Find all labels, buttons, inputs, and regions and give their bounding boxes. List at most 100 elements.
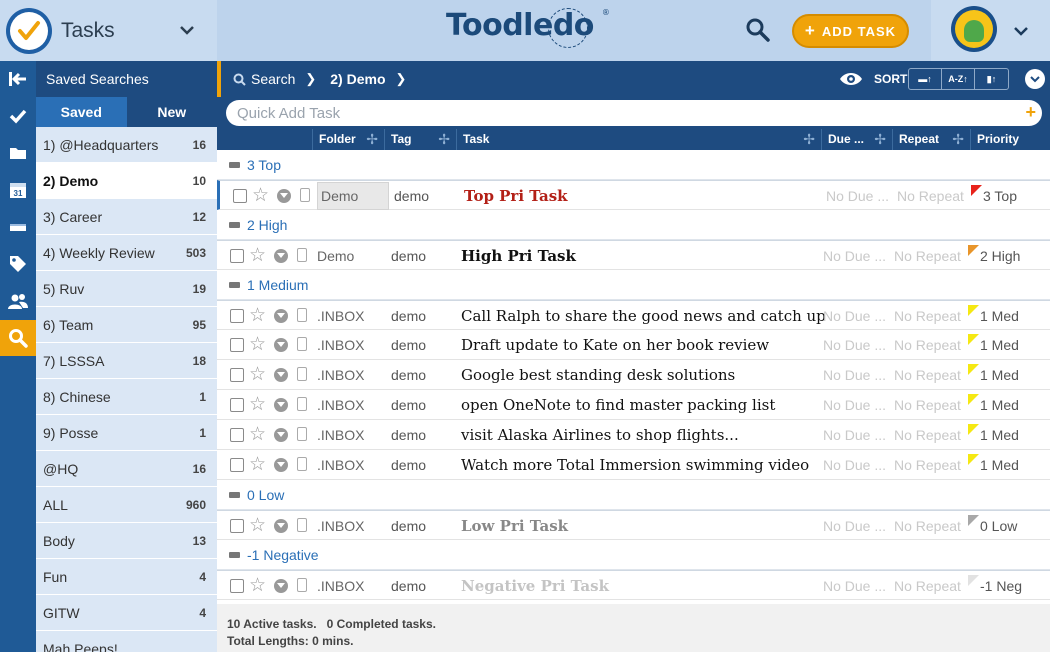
complete-checkbox[interactable] — [230, 249, 244, 263]
column-due[interactable]: Due ... ✢ — [821, 129, 892, 150]
task-tag[interactable]: demo — [391, 390, 426, 420]
task-title[interactable]: visit Alaska Airlines to shop flights... — [461, 420, 739, 450]
task-row[interactable]: ☆ .INBOX demo Watch more Total Immersion sw… — [217, 450, 1050, 480]
priority-group-header[interactable]: 3 Top — [217, 150, 1050, 180]
task-folder[interactable]: .INBOX — [314, 360, 386, 390]
task-tag[interactable]: demo — [391, 511, 426, 541]
task-priority[interactable]: 2 High — [968, 241, 1050, 271]
complete-checkbox[interactable] — [233, 189, 247, 203]
saved-search-item[interactable]: 6) Team 95 — [36, 307, 217, 343]
task-tag[interactable]: demo — [391, 420, 426, 450]
note-icon[interactable] — [300, 188, 310, 202]
subtask-toggle-icon[interactable] — [274, 309, 288, 323]
note-icon[interactable] — [297, 308, 307, 322]
task-folder[interactable]: .INBOX — [314, 420, 386, 450]
star-icon[interactable]: ☆ — [249, 333, 266, 356]
task-row[interactable]: ☆ Demo demo Top Pri Task No Due ... No Repeat… — [217, 180, 1050, 210]
tab-saved[interactable]: Saved — [36, 97, 127, 127]
complete-checkbox[interactable] — [230, 579, 244, 593]
saved-search-item[interactable]: 3) Career 12 — [36, 199, 217, 235]
move-icon[interactable]: ✢ — [874, 129, 886, 150]
move-icon[interactable]: ✢ — [438, 129, 450, 150]
task-row[interactable]: ☆ .INBOX demo Low Pri Task No Due ... No Repe… — [217, 510, 1050, 540]
subtask-toggle-icon[interactable] — [274, 519, 288, 533]
task-due-date[interactable]: No Due ... — [823, 241, 886, 271]
task-tag[interactable]: demo — [391, 301, 426, 331]
task-title[interactable]: Watch more Total Immersion swimming vide… — [461, 450, 809, 480]
task-row[interactable]: ☆ .INBOX demo Negative Pri Task No Due ... No… — [217, 570, 1050, 600]
task-row[interactable]: ☆ .INBOX demo Draft update to Kate on her b… — [217, 330, 1050, 360]
star-icon[interactable]: ☆ — [252, 184, 269, 207]
saved-search-item[interactable]: 1) @Headquarters 16 — [36, 127, 217, 163]
task-priority[interactable]: -1 Neg — [968, 571, 1050, 601]
task-folder[interactable]: Demo — [317, 182, 389, 210]
priority-group-header[interactable]: 2 High — [217, 210, 1050, 240]
more-options-button[interactable] — [1025, 69, 1045, 89]
breadcrumb-search[interactable]: Search — [233, 71, 295, 87]
task-due-date[interactable]: No Due ... — [823, 301, 886, 331]
saved-search-item[interactable]: GITW 4 — [36, 595, 217, 631]
task-tag[interactable]: demo — [394, 181, 429, 211]
task-due-date[interactable]: No Due ... — [823, 450, 886, 480]
complete-checkbox[interactable] — [230, 519, 244, 533]
star-icon[interactable]: ☆ — [249, 423, 266, 446]
context-icon[interactable] — [0, 209, 36, 245]
folder-icon[interactable] — [0, 135, 36, 171]
check-icon[interactable] — [0, 98, 36, 134]
task-row[interactable]: ☆ .INBOX demo Google best standing desk sol… — [217, 360, 1050, 390]
subtask-toggle-icon[interactable] — [277, 189, 291, 203]
complete-checkbox[interactable] — [230, 368, 244, 382]
calendar-icon[interactable]: 31 — [0, 172, 36, 208]
star-icon[interactable]: ☆ — [249, 393, 266, 416]
column-folder[interactable]: Folder ✢ — [312, 129, 384, 150]
task-tag[interactable]: demo — [391, 360, 426, 390]
column-tag[interactable]: Tag ✢ — [384, 129, 456, 150]
subtask-toggle-icon[interactable] — [274, 458, 288, 472]
task-repeat[interactable]: No Repeat — [894, 420, 961, 450]
task-due-date[interactable]: No Due ... — [823, 330, 886, 360]
app-menu[interactable]: Tasks — [0, 0, 217, 61]
task-row[interactable]: ☆ Demo demo High Pri Task No Due ... No Repea… — [217, 240, 1050, 270]
priority-group-header[interactable]: 1 Medium — [217, 270, 1050, 300]
task-folder[interactable]: .INBOX — [314, 390, 386, 420]
task-folder[interactable]: .INBOX — [314, 450, 386, 480]
note-icon[interactable] — [297, 457, 307, 471]
task-row[interactable]: ☆ .INBOX demo Call Ralph to share the good … — [217, 300, 1050, 330]
sort-context-button[interactable]: ▬↑ — [909, 69, 942, 89]
subtask-toggle-icon[interactable] — [274, 579, 288, 593]
note-icon[interactable] — [297, 397, 307, 411]
complete-checkbox[interactable] — [230, 309, 244, 323]
note-icon[interactable] — [297, 578, 307, 592]
task-title[interactable]: Draft update to Kate on her book review — [461, 330, 769, 360]
task-due-date[interactable]: No Due ... — [823, 420, 886, 450]
complete-checkbox[interactable] — [230, 398, 244, 412]
tag-icon[interactable] — [0, 246, 36, 282]
breadcrumb-current[interactable]: 2) Demo — [330, 71, 385, 87]
column-repeat[interactable]: Repeat ✢ — [892, 129, 970, 150]
collapse-icon[interactable] — [0, 61, 36, 97]
saved-search-item[interactable]: 5) Ruv 19 — [36, 271, 217, 307]
note-icon[interactable] — [297, 427, 307, 441]
star-icon[interactable]: ☆ — [249, 514, 266, 537]
saved-search-item[interactable]: @HQ 16 — [36, 451, 217, 487]
user-menu[interactable] — [931, 0, 1050, 61]
task-repeat[interactable]: No Repeat — [894, 330, 961, 360]
search-icon[interactable] — [0, 320, 36, 356]
priority-group-header[interactable]: -1 Negative — [217, 540, 1050, 570]
star-icon[interactable]: ☆ — [249, 453, 266, 476]
task-folder[interactable]: Demo — [314, 241, 386, 271]
task-repeat[interactable]: No Repeat — [894, 390, 961, 420]
task-folder[interactable]: .INBOX — [314, 301, 386, 331]
task-repeat[interactable]: No Repeat — [897, 181, 964, 211]
saved-search-item[interactable]: 2) Demo 10 — [36, 163, 217, 199]
move-icon[interactable]: ✢ — [952, 129, 964, 150]
saved-search-item[interactable]: Mah Peeps! — [36, 631, 217, 652]
task-title[interactable]: Top Pri Task — [464, 181, 568, 211]
task-row[interactable]: ☆ .INBOX demo visit Alaska Airlines to shop… — [217, 420, 1050, 450]
eye-icon[interactable] — [839, 71, 863, 87]
task-repeat[interactable]: No Repeat — [894, 511, 961, 541]
plus-icon[interactable]: + — [1025, 102, 1036, 123]
task-repeat[interactable]: No Repeat — [894, 241, 961, 271]
task-due-date[interactable]: No Due ... — [823, 390, 886, 420]
task-folder[interactable]: .INBOX — [314, 511, 386, 541]
